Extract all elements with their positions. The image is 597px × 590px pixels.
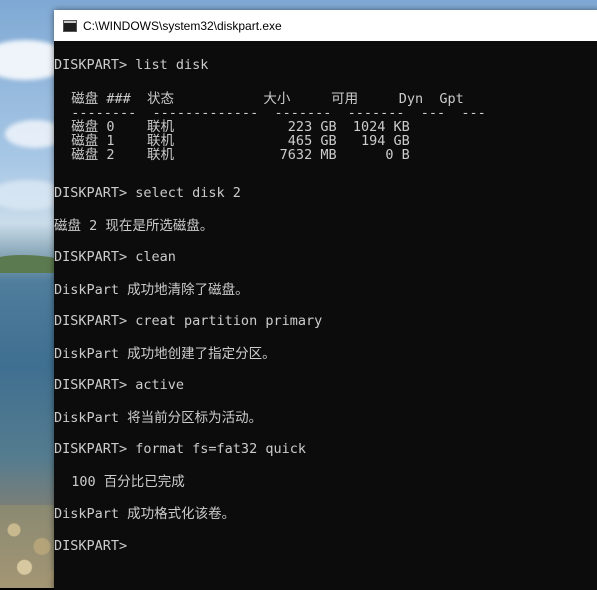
console-output[interactable]: DISKPART> list disk 磁盘 ### 状态 大小 可用 Dyn … (54, 41, 597, 590)
console-line-output: DiskPart 成功地清除了磁盘。 (54, 282, 249, 298)
console-line-command: DISKPART> select disk 2 (54, 185, 241, 201)
console-line-progress: 100 百分比已完成 (55, 474, 185, 490)
disk-table-row: 磁盘 2 联机 7632 MB 0 B (55, 147, 410, 163)
window-titlebar[interactable]: C:\WINDOWS\system32\diskpart.exe (54, 10, 597, 41)
console-line-command: DISKPART> clean (54, 249, 176, 265)
console-line-command: DISKPART> format fs=fat32 quick (54, 441, 306, 457)
console-line-output: DiskPart 将当前分区标为活动。 (54, 410, 263, 426)
console-line-command: DISKPART> active (54, 377, 185, 393)
window-title: C:\WINDOWS\system32\diskpart.exe (83, 18, 282, 33)
diskpart-window[interactable]: C:\WINDOWS\system32\diskpart.exe DISKPAR… (54, 10, 597, 590)
console-line-output: DiskPart 成功地创建了指定分区。 (54, 346, 276, 362)
console-line-output: 磁盘 2 现在是所选磁盘。 (54, 218, 214, 234)
console-line-command: DISKPART> list disk (54, 57, 209, 73)
console-prompt[interactable]: DISKPART> (54, 537, 127, 555)
console-line-output: DiskPart 成功格式化该卷。 (54, 506, 236, 522)
console-line-command: DISKPART> creat partition primary (54, 313, 323, 329)
console-app-icon[interactable] (63, 19, 77, 32)
